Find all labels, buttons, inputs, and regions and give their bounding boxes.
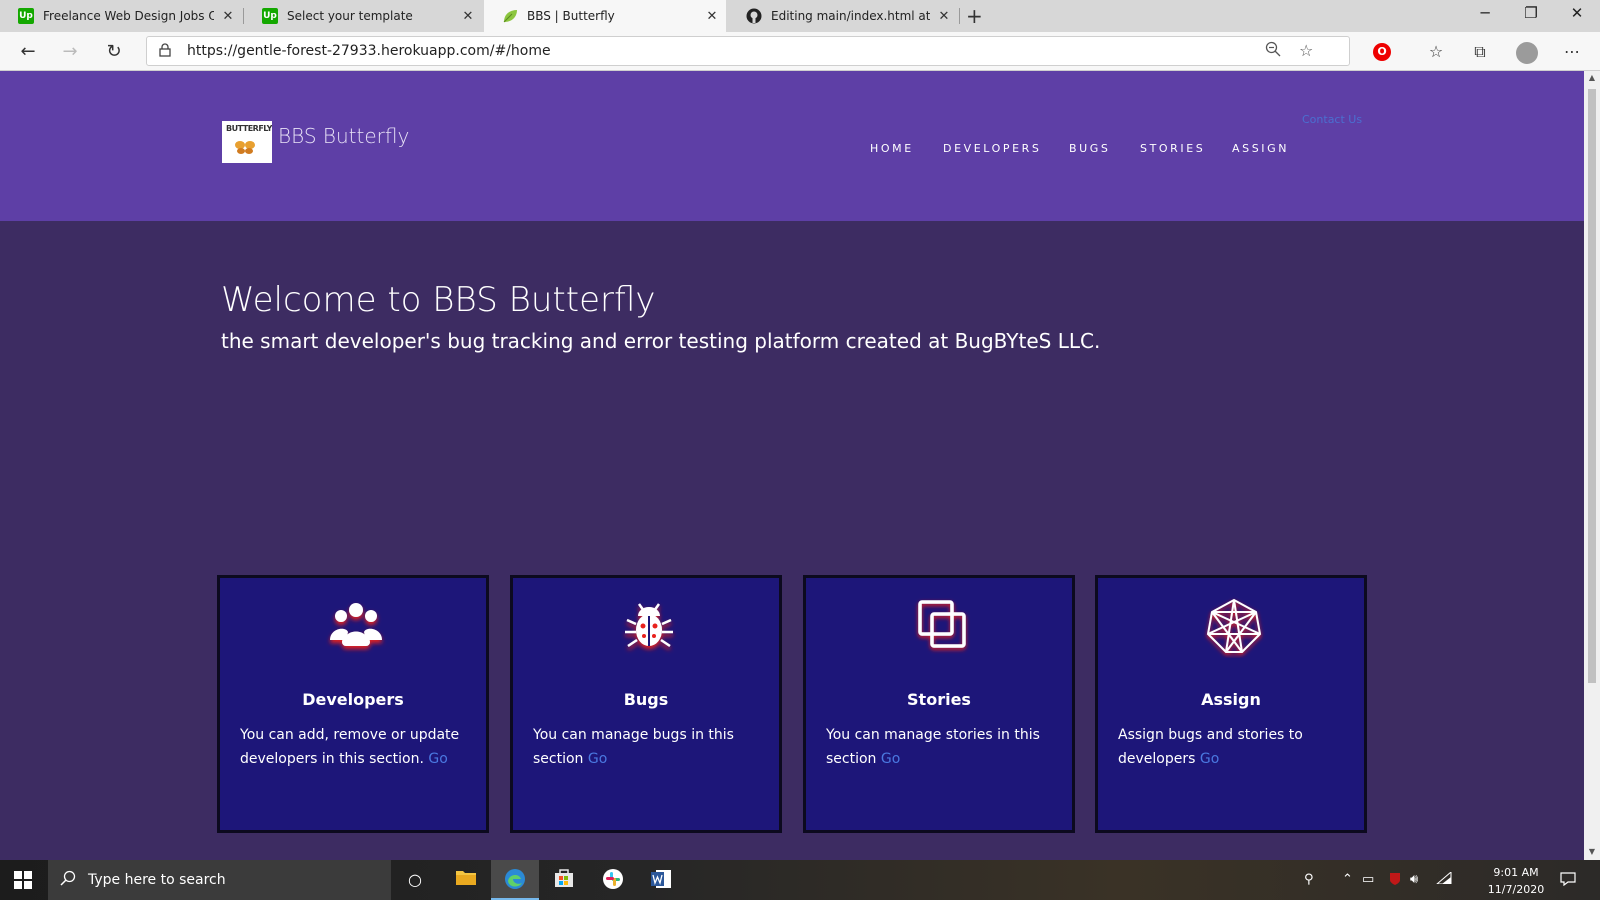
card-title: Stories xyxy=(907,690,971,709)
tab-label: BBS | Butterfly xyxy=(527,9,615,23)
system-clock[interactable]: 9:01 AM 11/7/2020 xyxy=(1482,864,1550,898)
collections-icon[interactable]: ⧉ xyxy=(1468,40,1492,64)
notifications-icon[interactable] xyxy=(1560,872,1576,890)
tab-label: Select your template xyxy=(287,9,413,23)
refresh-icon[interactable]: ↻ xyxy=(102,40,126,64)
volume-icon[interactable]: 🔊︎ xyxy=(1410,872,1418,887)
search-placeholder: Type here to search xyxy=(88,872,226,888)
card-description: You can manage stories in this section xyxy=(826,727,1040,767)
tab-freelance-jobs[interactable]: Up Freelance Web Design Jobs Onlin ✕ xyxy=(0,0,242,32)
battery-icon[interactable]: ▭ xyxy=(1362,872,1374,887)
tab-select-template[interactable]: Up Select your template ✕ xyxy=(244,0,482,32)
zoom-icon[interactable] xyxy=(1265,41,1281,61)
mcafee-icon[interactable] xyxy=(1389,872,1401,890)
card-title: Assign xyxy=(1201,690,1261,709)
bug-icon xyxy=(625,603,673,648)
tab-label: Freelance Web Design Jobs Onlin xyxy=(43,9,214,23)
nav-assign[interactable]: ASSIGN xyxy=(1232,142,1289,155)
upwork-icon: Up xyxy=(18,8,34,24)
favorites-icon[interactable]: ☆ xyxy=(1424,40,1448,64)
close-icon[interactable]: ✕ xyxy=(214,9,242,24)
address-toolbar: ← → ↻ https://gentle-forest-27933.heroku… xyxy=(0,32,1600,71)
hero-subtitle: the smart developer's bug tracking and e… xyxy=(221,329,1101,353)
new-tab-button[interactable]: + xyxy=(966,4,983,28)
windows-start-icon[interactable] xyxy=(14,871,32,889)
site-logo[interactable]: BUTTERFLY xyxy=(222,121,272,163)
card-text: You can add, remove or update developers… xyxy=(240,723,476,771)
address-bar[interactable]: https://gentle-forest-27933.herokuapp.co… xyxy=(146,36,1350,66)
file-explorer-icon[interactable] xyxy=(454,868,478,892)
tab-strip: Up Freelance Web Design Jobs Onlin ✕ Up … xyxy=(0,0,1600,32)
minimize-button[interactable]: ─ xyxy=(1465,4,1505,22)
go-link-developers[interactable]: Go xyxy=(428,751,447,767)
more-menu-icon[interactable]: ⋯ xyxy=(1560,40,1584,64)
web-page: BUTTERFLY BBS Butterfly Contact Us HOME … xyxy=(0,71,1584,860)
store-icon[interactable] xyxy=(552,868,576,892)
go-link-assign[interactable]: Go xyxy=(1200,751,1219,767)
taskbar-search[interactable]: Type here to search xyxy=(48,860,391,900)
logo-text: BUTTERFLY xyxy=(226,124,272,133)
go-link-stories[interactable]: Go xyxy=(881,751,900,767)
nav-home[interactable]: HOME xyxy=(870,142,914,155)
back-icon[interactable]: ← xyxy=(16,40,40,64)
card-text: You can manage stories in this section G… xyxy=(826,723,1062,771)
upwork-icon: Up xyxy=(262,8,278,24)
profile-avatar[interactable] xyxy=(1516,42,1538,64)
tray-chevron-icon[interactable]: ⌃ xyxy=(1342,872,1353,887)
search-icon xyxy=(60,870,76,890)
close-icon[interactable]: ✕ xyxy=(930,9,958,24)
contact-link[interactable]: Contact Us xyxy=(1302,113,1362,126)
slack-icon[interactable] xyxy=(601,868,625,892)
favorite-star-icon[interactable]: ☆ xyxy=(1299,41,1313,60)
edge-icon[interactable] xyxy=(503,868,527,892)
forward-icon[interactable]: → xyxy=(58,40,82,64)
site-header: BUTTERFLY BBS Butterfly Contact Us HOME … xyxy=(0,71,1584,221)
clock-date: 11/7/2020 xyxy=(1487,883,1545,896)
card-assign: Assign Assign bugs and stories to develo… xyxy=(1095,575,1367,833)
card-text: You can manage bugs in this section Go xyxy=(533,723,769,771)
stories-icon xyxy=(918,600,966,648)
clock-time: 9:01 AM xyxy=(1493,866,1539,879)
tab-bbs-butterfly[interactable]: BBS | Butterfly ✕ xyxy=(484,0,726,32)
close-window-button[interactable]: ✕ xyxy=(1557,4,1597,22)
card-text: Assign bugs and stories to developers Go xyxy=(1118,723,1354,771)
card-title: Bugs xyxy=(623,690,669,709)
lock-icon xyxy=(159,43,171,61)
windows-taskbar: Type here to search ○ ⚲ ⌃ ▭ 🔊︎ 9:01 AM 1… xyxy=(0,860,1600,900)
card-stories: Stories You can manage stories in this s… xyxy=(803,575,1075,833)
task-view-icon[interactable]: ○ xyxy=(403,868,427,892)
url-text: https://gentle-forest-27933.herokuapp.co… xyxy=(187,43,551,59)
card-title: Developers xyxy=(302,690,404,709)
network-icon xyxy=(1206,598,1262,653)
card-bugs: Bugs You can manage bugs in this section… xyxy=(510,575,782,833)
leaf-icon xyxy=(502,8,518,24)
tab-label: Editing main/index.html at maste xyxy=(771,9,930,23)
restore-button[interactable]: ❐ xyxy=(1511,4,1551,22)
nav-developers[interactable]: DEVELOPERS xyxy=(943,142,1042,155)
github-icon xyxy=(746,8,762,24)
tab-github-editing[interactable]: Editing main/index.html at maste ✕ xyxy=(728,0,958,32)
opera-extension-icon[interactable]: O xyxy=(1373,43,1391,61)
nav-stories[interactable]: STORIES xyxy=(1140,142,1205,155)
scroll-up-icon[interactable]: ▲ xyxy=(1584,73,1600,82)
scroll-down-icon[interactable]: ▼ xyxy=(1584,847,1600,856)
go-link-bugs[interactable]: Go xyxy=(588,751,607,767)
hero-title: Welcome to BBS Butterfly xyxy=(221,280,656,320)
users-icon xyxy=(330,603,382,646)
page-scrollbar[interactable]: ▲ ▼ xyxy=(1584,71,1600,860)
card-description: You can add, remove or update developers… xyxy=(240,727,460,767)
wifi-icon[interactable] xyxy=(1435,870,1452,888)
butterfly-icon xyxy=(235,141,255,154)
word-icon[interactable] xyxy=(649,868,673,892)
nav-bugs[interactable]: BUGS xyxy=(1069,142,1111,155)
scrollbar-thumb[interactable] xyxy=(1588,89,1596,683)
close-icon[interactable]: ✕ xyxy=(698,9,726,24)
people-icon[interactable]: ⚲ xyxy=(1304,872,1314,887)
card-description: You can manage bugs in this section xyxy=(533,727,734,767)
tab-divider xyxy=(959,8,960,24)
brand-name[interactable]: BBS Butterfly xyxy=(278,124,409,148)
card-developers: Developers You can add, remove or update… xyxy=(217,575,489,833)
close-icon[interactable]: ✕ xyxy=(454,9,482,24)
